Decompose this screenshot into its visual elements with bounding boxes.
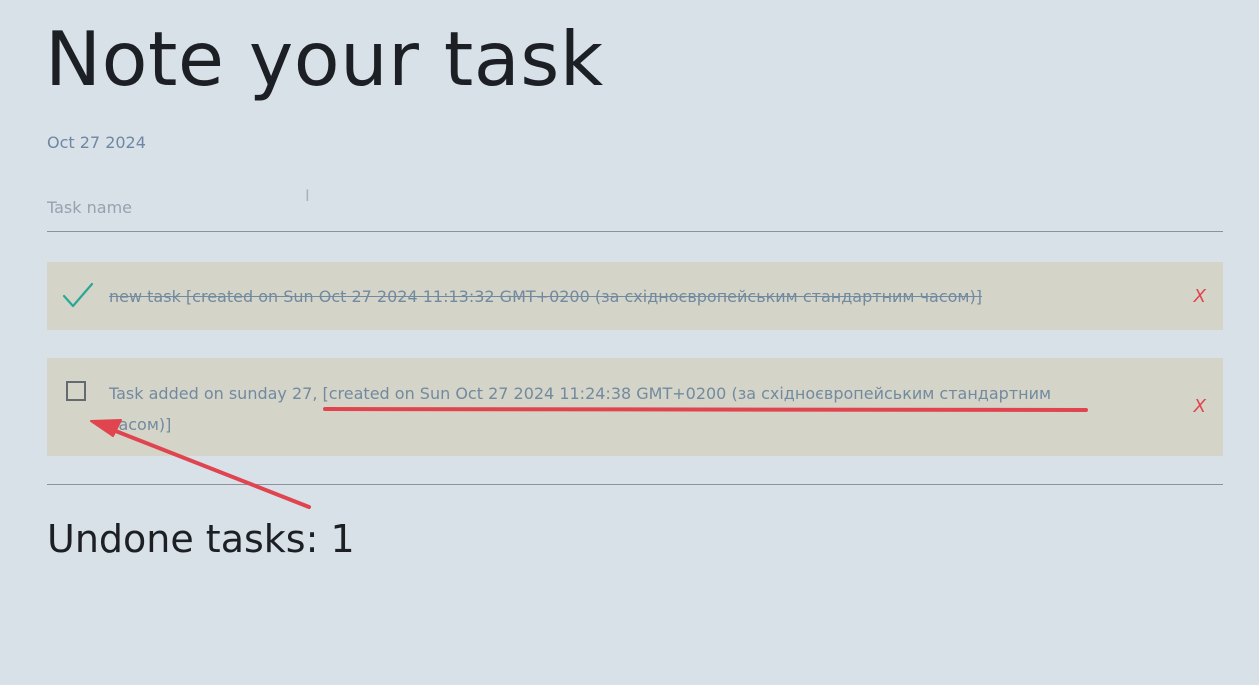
current-date: Oct 27 2024 <box>47 133 146 152</box>
delete-task-button[interactable]: X <box>1194 287 1206 307</box>
task-checkbox[interactable] <box>66 381 86 401</box>
check-icon[interactable] <box>62 281 94 309</box>
delete-task-button[interactable]: X <box>1194 397 1206 417</box>
task-text: Task added on sunday 27, [created on Sun… <box>109 384 1052 434</box>
divider <box>47 484 1223 485</box>
task-item: new task [created on Sun Oct 27 2024 11:… <box>47 262 1223 330</box>
text-cursor-icon: I <box>305 186 310 205</box>
page-title: Note your task <box>45 15 604 103</box>
task-text: new task [created on Sun Oct 27 2024 11:… <box>109 287 982 306</box>
task-name-input[interactable] <box>47 184 1223 232</box>
undone-tasks-count: Undone tasks: 1 <box>47 517 355 561</box>
task-item: Task added on sunday 27, [created on Sun… <box>47 358 1223 456</box>
